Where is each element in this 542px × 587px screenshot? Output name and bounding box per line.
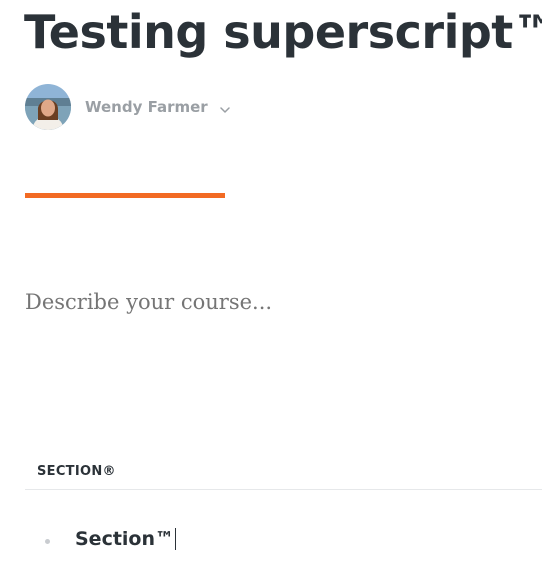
author-name: Wendy Farmer <box>85 98 208 116</box>
author-selector[interactable]: Wendy Farmer <box>25 84 230 130</box>
text-cursor <box>175 528 177 550</box>
accent-divider <box>25 193 225 198</box>
bullet-icon <box>45 539 50 544</box>
author-avatar <box>25 84 71 130</box>
section-label: SECTION® <box>37 464 116 479</box>
course-description-input[interactable] <box>25 290 525 314</box>
chevron-down-icon[interactable] <box>219 102 230 113</box>
avatar-photo <box>25 84 71 130</box>
course-title[interactable]: Testing superscript™ <box>24 0 542 64</box>
lesson-title-input[interactable]: Section™ <box>75 528 177 550</box>
section-header[interactable]: SECTION® <box>25 458 542 490</box>
lesson-title-text: Section™ <box>75 528 175 550</box>
list-item[interactable]: Section™ <box>25 526 542 556</box>
